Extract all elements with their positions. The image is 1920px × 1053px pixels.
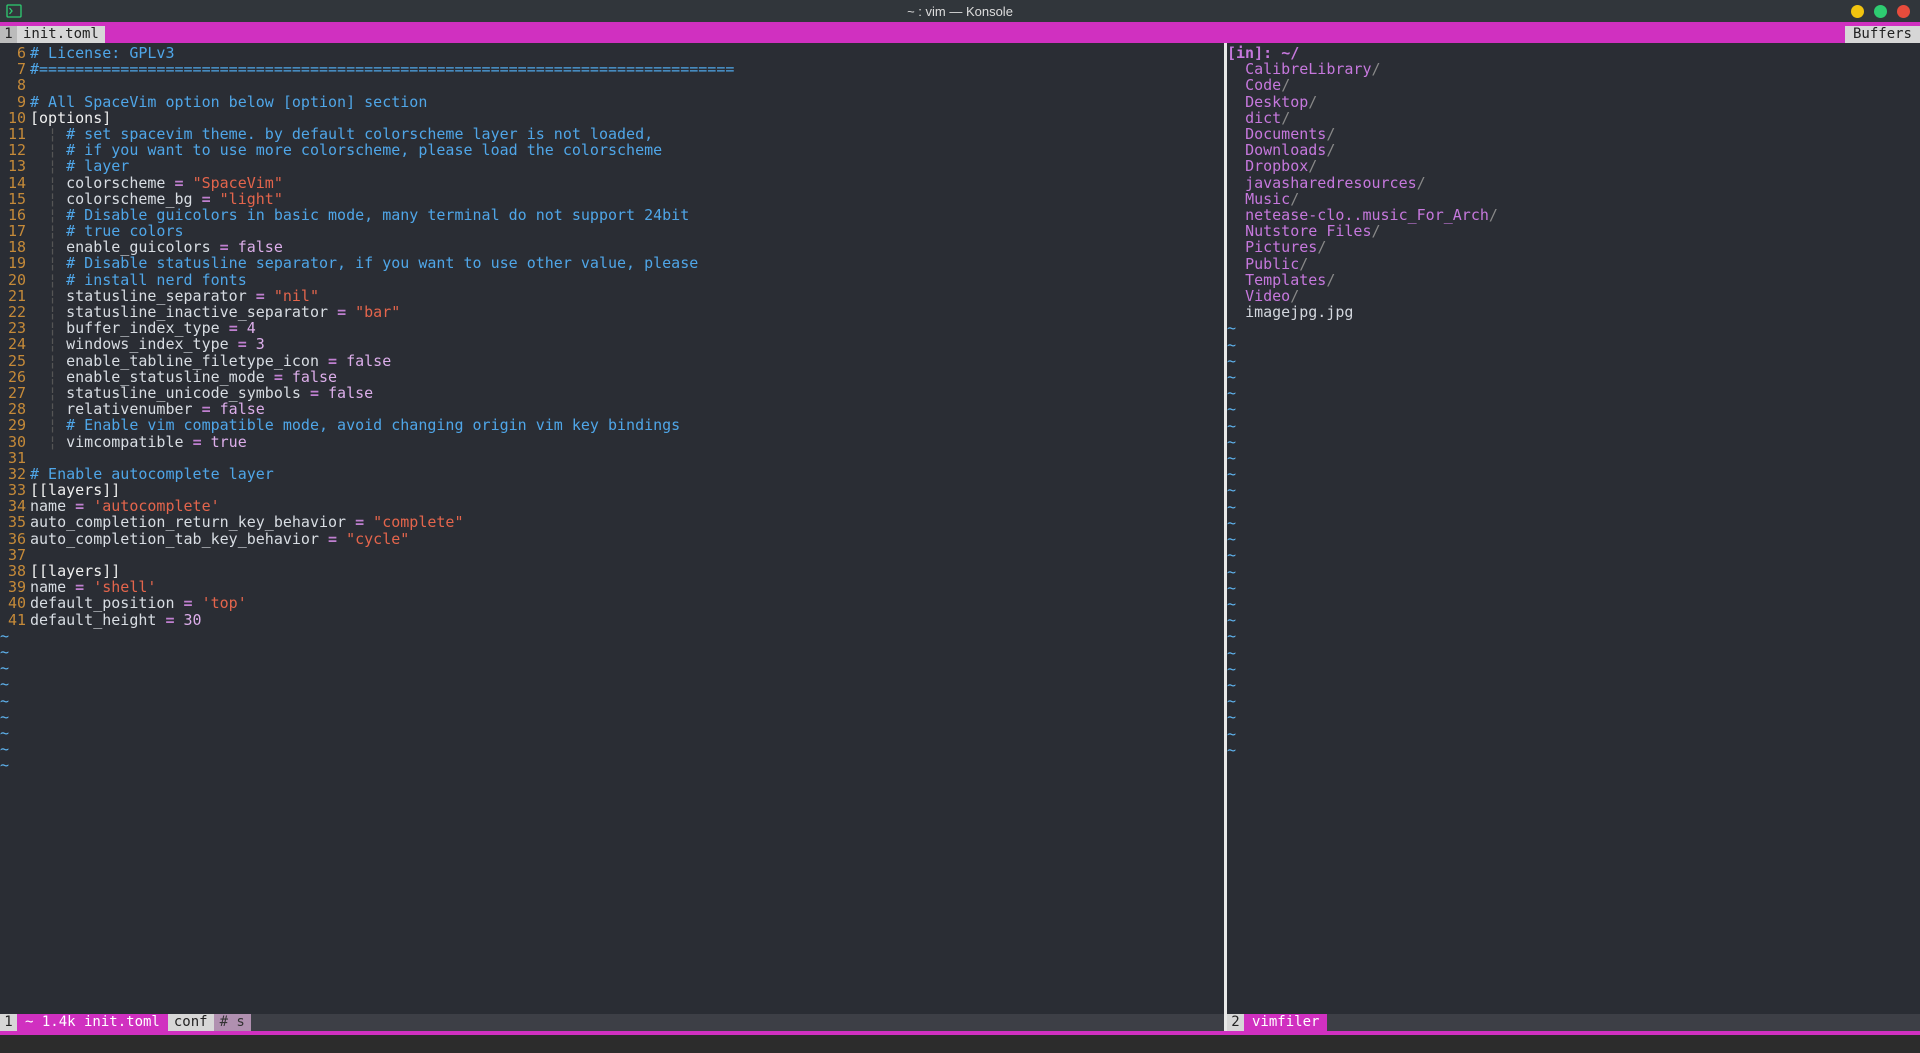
file-tree-dir[interactable]: Dropbox/ [1227, 158, 1920, 174]
buffer-name-tab[interactable]: init.toml [17, 26, 105, 43]
code-line[interactable]: ¦ # layer [30, 158, 1224, 174]
code-line[interactable]: ¦ # Enable vim compatible mode, avoid ch… [30, 417, 1224, 433]
code-line[interactable]: ¦ windows_index_type = 3 [30, 336, 1224, 352]
window-controls [1851, 5, 1910, 18]
status-file-info: ~ 1.4k init.toml [17, 1014, 168, 1031]
line-number-gutter: 6789101112131415161718192021222324252627… [0, 45, 30, 1014]
code-line[interactable]: [[layers]] [30, 482, 1224, 498]
file-tree-dir[interactable]: Pictures/ [1227, 239, 1920, 255]
code-line[interactable]: ¦ # Disable statusline separator, if you… [30, 255, 1224, 271]
file-tree-dir[interactable]: Documents/ [1227, 126, 1920, 142]
file-tree-header[interactable]: [in]: ~/ [1227, 45, 1920, 61]
vimfiler-pane[interactable]: [in]: ~/ CalibreLibrary/ Code/ Desktop/ … [1227, 43, 1920, 1031]
window-number-left: 1 [0, 1014, 17, 1031]
buffer-index[interactable]: 1 [0, 26, 17, 43]
file-tree-dir[interactable]: Video/ [1227, 288, 1920, 304]
code-line[interactable]: ¦ statusline_separator = "nil" [30, 288, 1224, 304]
code-line[interactable]: ¦ statusline_inactive_separator = "bar" [30, 304, 1224, 320]
file-tree-dir[interactable]: javasharedresources/ [1227, 175, 1920, 191]
code-line[interactable]: auto_completion_return_key_behavior = "c… [30, 514, 1224, 530]
editor-pane[interactable]: 6789101112131415161718192021222324252627… [0, 43, 1224, 1031]
code-line[interactable]: ¦ # install nerd fonts [30, 272, 1224, 288]
buffers-label[interactable]: Buffers [1845, 26, 1920, 43]
file-tree-dir[interactable]: netease-clo..music_For_Arch/ [1227, 207, 1920, 223]
code-line[interactable]: name = 'autocomplete' [30, 498, 1224, 514]
file-tree-dir[interactable]: Code/ [1227, 77, 1920, 93]
code-line[interactable]: auto_completion_tab_key_behavior = "cycl… [30, 531, 1224, 547]
code-line[interactable]: # License: GPLv3 [30, 45, 1224, 61]
code-line[interactable]: ¦ # set spacevim theme. by default color… [30, 126, 1224, 142]
code-line[interactable]: ¦ colorscheme = "SpaceVim" [30, 175, 1224, 191]
file-tree-dir[interactable]: CalibreLibrary/ [1227, 61, 1920, 77]
code-line[interactable]: [[layers]] [30, 563, 1224, 579]
code-line[interactable]: ¦ buffer_index_type = 4 [30, 320, 1224, 336]
code-line[interactable]: # Enable autocomplete layer [30, 466, 1224, 482]
statusline-left: 1 ~ 1.4k init.toml conf # s [0, 1014, 1224, 1031]
close-button[interactable] [1897, 5, 1910, 18]
file-tree-dir[interactable]: dict/ [1227, 110, 1920, 126]
minimize-button[interactable] [1851, 5, 1864, 18]
window-number-right: 2 [1227, 1014, 1244, 1031]
code-line[interactable]: ¦ vimcompatible = true [30, 434, 1224, 450]
code-line[interactable]: ¦ # true colors [30, 223, 1224, 239]
status-extra: # s [214, 1014, 251, 1031]
code-line[interactable]: ¦ enable_statusline_mode = false [30, 369, 1224, 385]
file-tree[interactable]: [in]: ~/ CalibreLibrary/ Code/ Desktop/ … [1227, 43, 1920, 1014]
code-line[interactable]: #=======================================… [30, 61, 1224, 77]
code-line[interactable]: ¦ enable_guicolors = false [30, 239, 1224, 255]
statusline-right: 2 vimfiler [1227, 1014, 1920, 1031]
code-line[interactable]: ¦ enable_tabline_filetype_icon = false [30, 353, 1224, 369]
code-line[interactable]: ¦ # Disable guicolors in basic mode, man… [30, 207, 1224, 223]
code-line[interactable]: # All SpaceVim option below [option] sec… [30, 94, 1224, 110]
code-line[interactable] [30, 547, 1224, 563]
code-content[interactable]: # License: GPLv3#=======================… [30, 45, 1224, 1014]
file-tree-file[interactable]: imagejpg.jpg [1227, 304, 1920, 320]
file-tree-dir[interactable]: Templates/ [1227, 272, 1920, 288]
code-line[interactable]: name = 'shell' [30, 579, 1224, 595]
code-line[interactable]: default_position = 'top' [30, 595, 1224, 611]
code-line[interactable]: ¦ relativenumber = false [30, 401, 1224, 417]
file-tree-dir[interactable]: Music/ [1227, 191, 1920, 207]
tabline: 1 init.toml Buffers [0, 26, 1920, 43]
status-panel-name: vimfiler [1244, 1014, 1327, 1031]
code-line[interactable]: ¦ colorscheme_bg = "light" [30, 191, 1224, 207]
code-line[interactable]: ¦ # if you want to use more colorscheme,… [30, 142, 1224, 158]
status-filetype: conf [168, 1014, 214, 1031]
file-tree-dir[interactable]: Nutstore Files/ [1227, 223, 1920, 239]
window-titlebar: ~ : vim — Konsole [0, 0, 1920, 22]
file-tree-dir[interactable]: Public/ [1227, 256, 1920, 272]
code-line[interactable] [30, 77, 1224, 93]
maximize-button[interactable] [1874, 5, 1887, 18]
file-tree-dir[interactable]: Downloads/ [1227, 142, 1920, 158]
window-title: ~ : vim — Konsole [907, 4, 1013, 19]
terminal-icon [6, 3, 22, 19]
code-line[interactable] [30, 450, 1224, 466]
code-line[interactable]: ¦ statusline_unicode_symbols = false [30, 385, 1224, 401]
code-line[interactable]: [options] [30, 110, 1224, 126]
file-tree-dir[interactable]: Desktop/ [1227, 94, 1920, 110]
code-line[interactable]: default_height = 30 [30, 612, 1224, 628]
